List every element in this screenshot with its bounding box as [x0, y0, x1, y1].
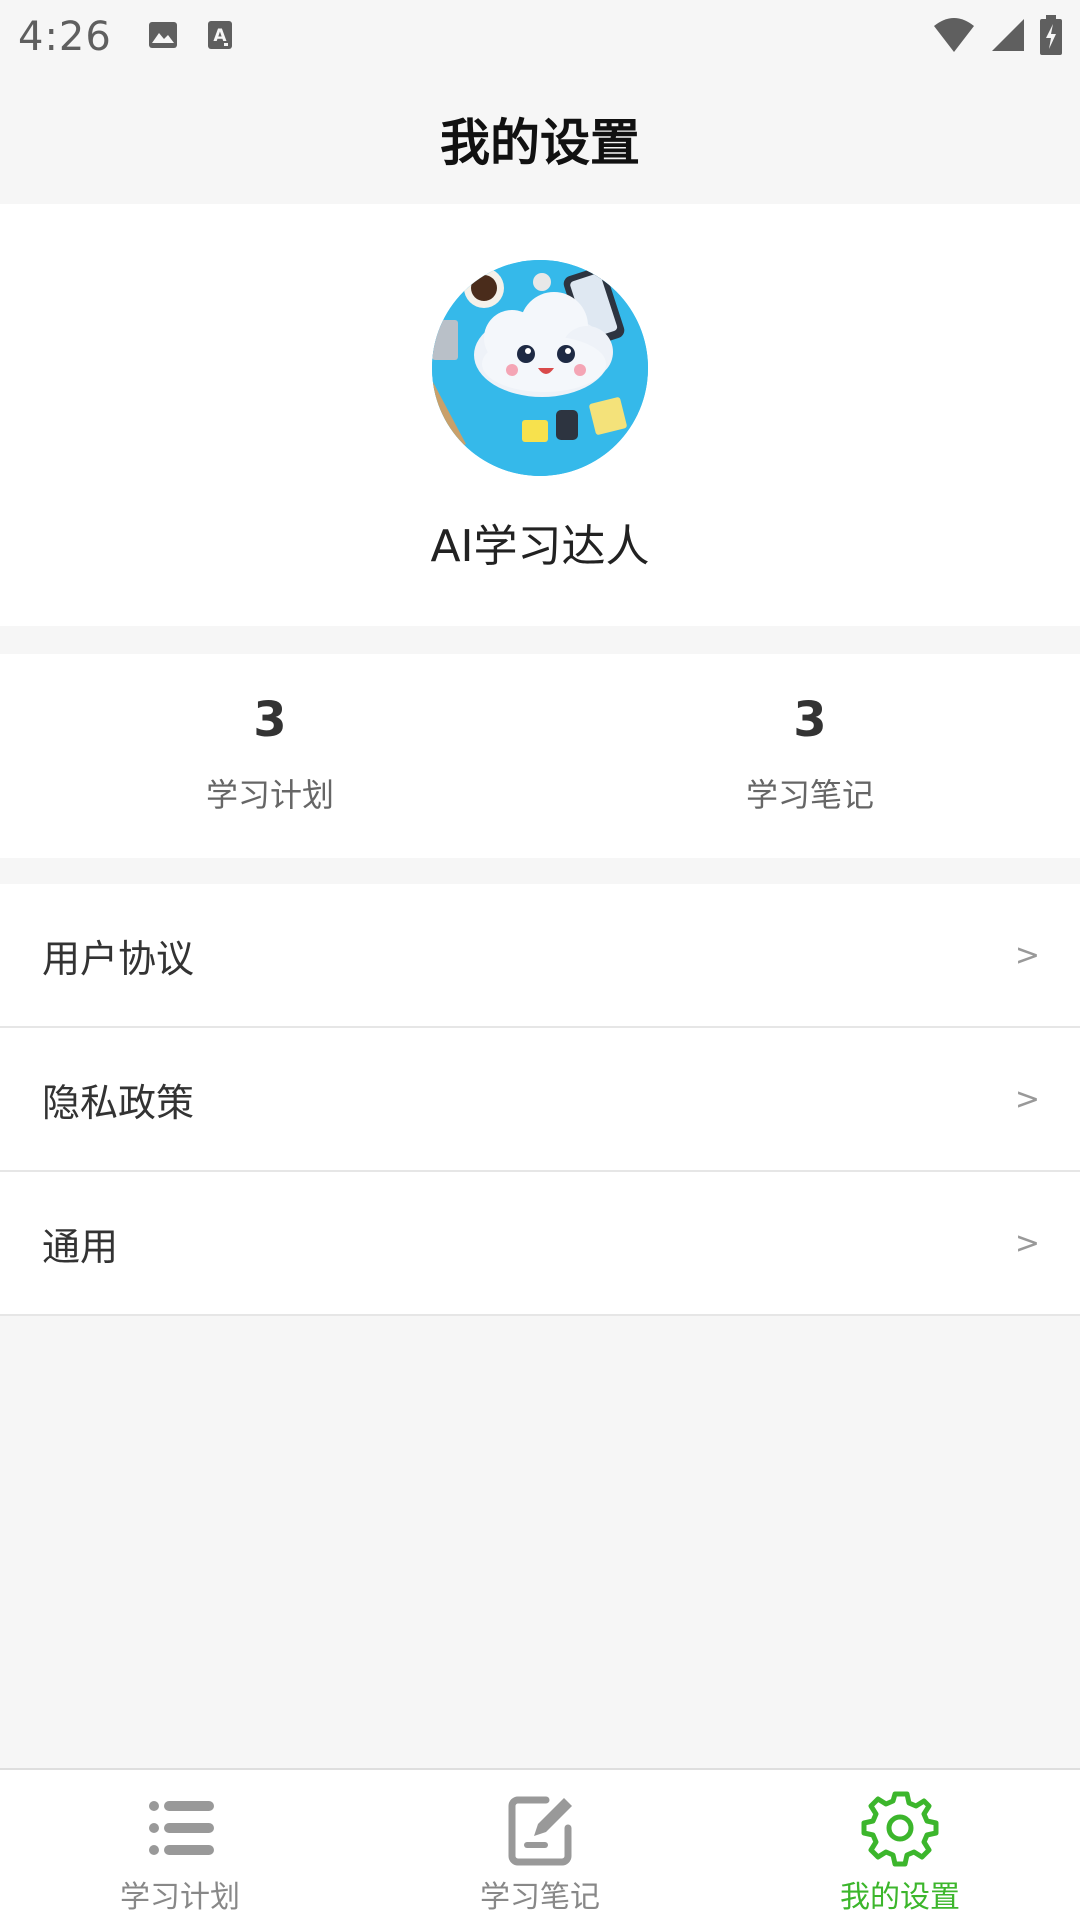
username: AI学习达人 — [430, 521, 650, 572]
edit-note-icon — [508, 1796, 572, 1866]
menu-item-label: 用户协议 — [42, 936, 195, 981]
menu-item-general[interactable]: 通用 > — [0, 1172, 1080, 1316]
menu-item-user-agreement[interactable]: 用户协议 > — [0, 884, 1080, 1028]
menu-item-privacy-policy[interactable]: 隐私政策 > — [0, 1028, 1080, 1172]
stat-label: 学习计划 — [205, 776, 334, 814]
list-icon — [149, 1801, 214, 1855]
menu-item-label: 隐私政策 — [42, 1080, 195, 1125]
status-right-icons — [932, 15, 1062, 59]
battery-charging-icon — [1040, 15, 1062, 59]
chevron-right-icon: > — [1014, 1225, 1040, 1261]
profile-card: AI学习达人 — [0, 204, 1080, 626]
tab-study-plans[interactable]: 学习计划 — [0, 1770, 360, 1920]
status-left-icons: A — [148, 21, 232, 53]
stat-value: 3 — [253, 692, 287, 748]
status-time: 4:26 — [18, 14, 112, 60]
menu-item-label: 通用 — [42, 1224, 119, 1269]
tab-my-settings[interactable]: 我的设置 — [720, 1770, 1080, 1920]
tab-label: 学习计划 — [120, 1880, 240, 1915]
cloud-mascot-avatar — [432, 260, 648, 476]
stat-study-notes[interactable]: 3 学习笔记 — [540, 654, 1080, 858]
bottom-tab-bar: 学习计划 学习笔记 我的设置 — [0, 1768, 1080, 1920]
font-icon: A — [207, 21, 232, 53]
tab-study-notes[interactable]: 学习笔记 — [360, 1770, 720, 1920]
stat-study-plans[interactable]: 3 学习计划 — [0, 654, 540, 858]
app-header: 我的设置 — [0, 74, 1080, 204]
tab-label: 我的设置 — [840, 1880, 960, 1915]
settings-menu: 用户协议 > 隐私政策 > 通用 > — [0, 884, 1080, 1316]
image-icon — [148, 21, 178, 53]
chevron-right-icon: > — [1014, 937, 1040, 973]
avatar[interactable] — [432, 260, 648, 476]
settings-screen: 4:26 A 我的设置 AI学习达人 3 学习计划 3 学习笔记 用户协议 > … — [0, 0, 1080, 1920]
page-title: 我的设置 — [440, 114, 640, 172]
tab-label: 学习笔记 — [480, 1880, 600, 1915]
stats-card: 3 学习计划 3 学习笔记 — [0, 654, 1080, 858]
stat-label: 学习笔记 — [745, 776, 874, 814]
chevron-right-icon: > — [1014, 1081, 1040, 1117]
stat-value: 3 — [793, 692, 827, 748]
wifi-icon — [932, 16, 976, 58]
gear-icon — [861, 1791, 939, 1867]
signal-icon — [990, 17, 1026, 57]
status-bar: 4:26 A — [0, 0, 1080, 74]
